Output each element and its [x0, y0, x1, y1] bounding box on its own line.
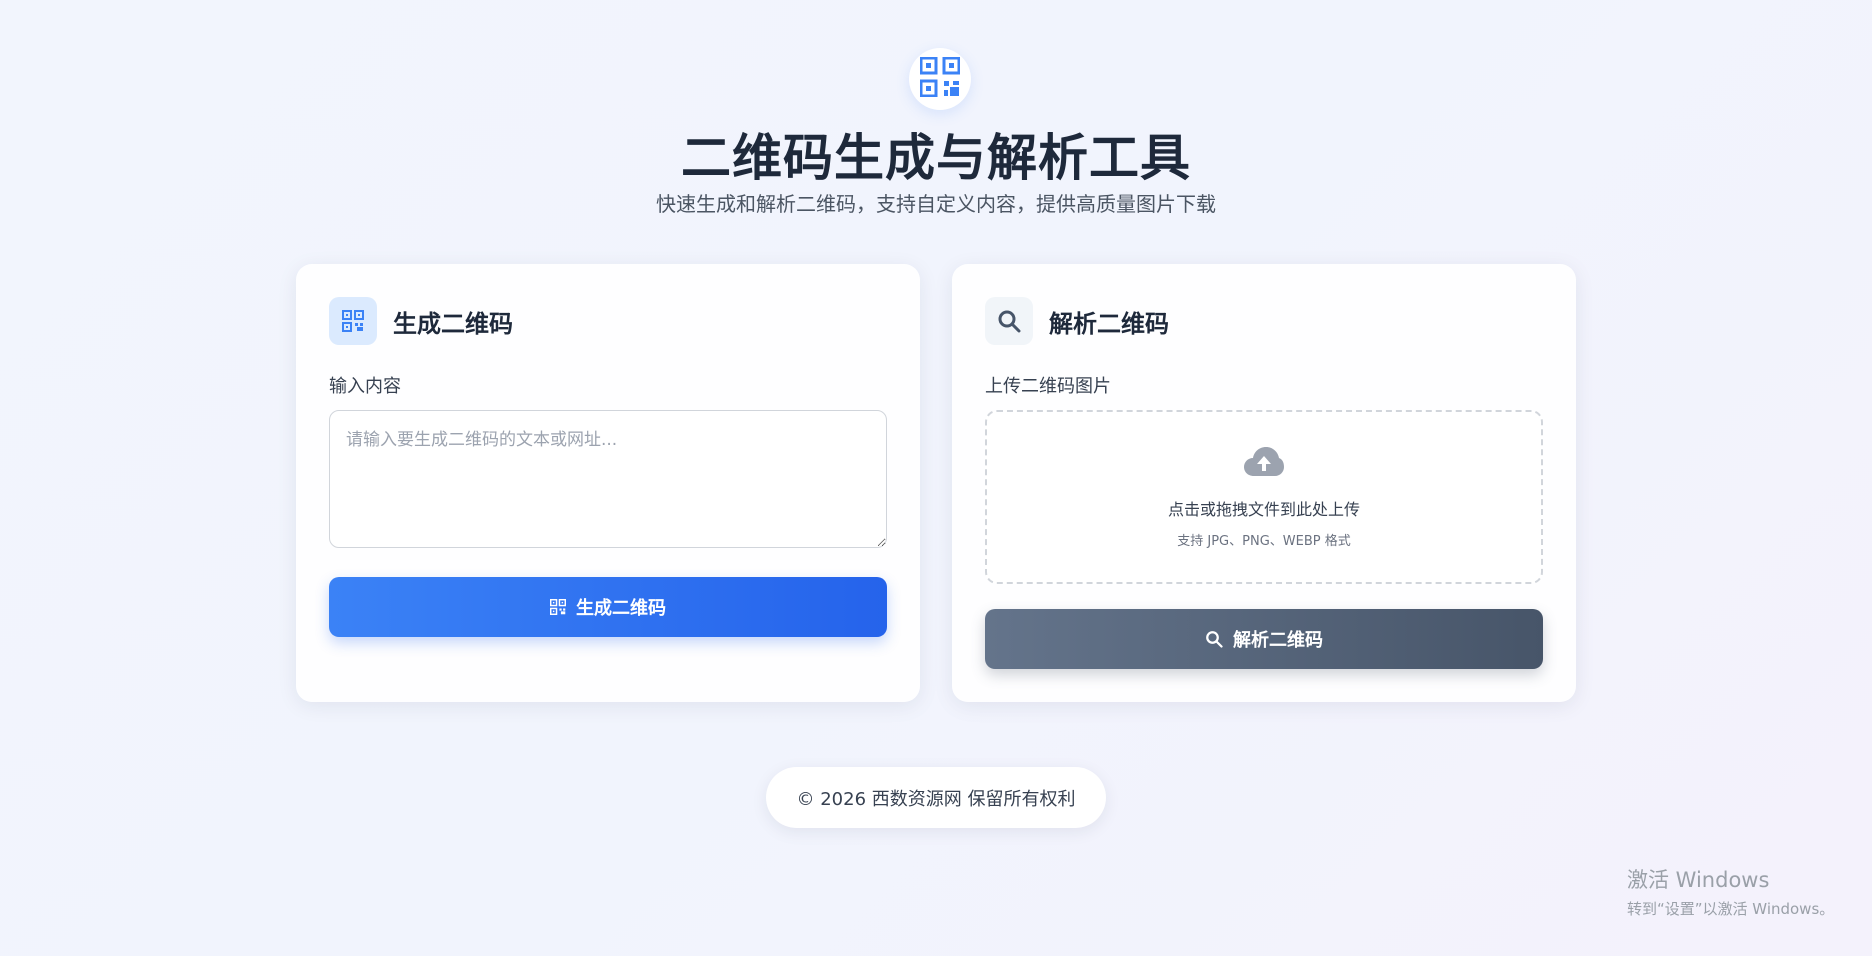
qr-code-icon [550, 599, 566, 615]
page-title: 二维码生成与解析工具 [681, 129, 1191, 187]
search-icon [985, 297, 1033, 345]
generate-card-title: 生成二维码 [393, 309, 513, 338]
content-input-label: 输入内容 [329, 376, 401, 397]
upload-format-hint: 支持 JPG、PNG、WEBP 格式 [1177, 534, 1351, 549]
windows-activation-watermark: 激活 Windows 转到“设置”以激活 Windows。 [1627, 864, 1834, 919]
page-subtitle: 快速生成和解析二维码，支持自定义内容，提供高质量图片下载 [656, 192, 1216, 216]
parse-card-title: 解析二维码 [1049, 309, 1169, 338]
generate-button[interactable]: 生成二维码 [329, 577, 887, 637]
upload-dropzone[interactable]: 点击或拖拽文件到此处上传 支持 JPG、PNG、WEBP 格式 [985, 410, 1543, 584]
generate-card: 生成二维码 输入内容 生成二维码 [296, 264, 920, 702]
parse-card-header: 解析二维码 [985, 297, 1169, 345]
cloud-upload-icon [1243, 446, 1285, 482]
generate-button-label: 生成二维码 [576, 598, 666, 619]
watermark-title: 激活 Windows [1627, 868, 1770, 892]
watermark-subtitle: 转到“设置”以激活 Windows。 [1627, 900, 1835, 918]
footer-copyright: © 2026 西数资源网 保留所有权利 [766, 767, 1106, 828]
upload-label: 上传二维码图片 [985, 376, 1111, 397]
parse-button[interactable]: 解析二维码 [985, 609, 1543, 669]
generate-card-header: 生成二维码 [329, 297, 513, 345]
logo [909, 48, 971, 110]
parse-card: 解析二维码 上传二维码图片 点击或拖拽文件到此处上传 支持 JPG、PNG、WE… [952, 264, 1576, 702]
qr-code-icon [919, 56, 961, 101]
qr-code-icon [329, 297, 377, 345]
content-input[interactable] [329, 410, 887, 548]
parse-button-label: 解析二维码 [1233, 630, 1323, 651]
upload-instruction: 点击或拖拽文件到此处上传 [1167, 500, 1360, 519]
search-icon [1205, 630, 1223, 648]
